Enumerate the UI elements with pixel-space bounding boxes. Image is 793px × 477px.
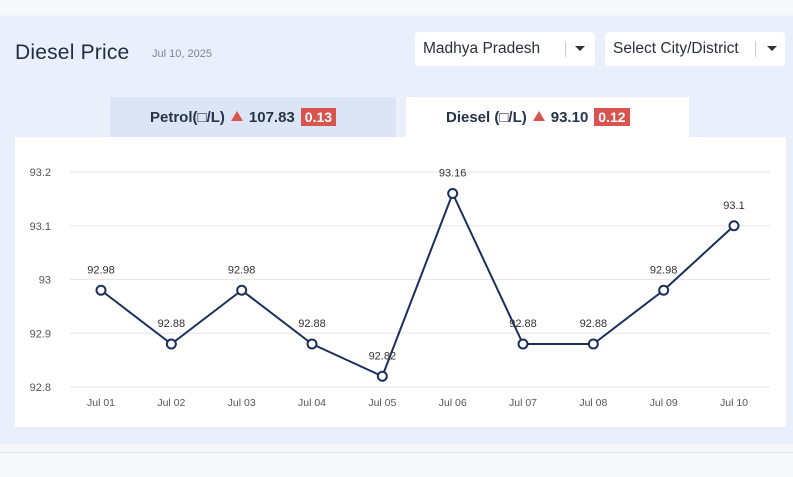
tab-diesel-change-badge: 0.12: [594, 108, 630, 126]
chart-panel: 92.98 92.88 92.98 92.88 92.82 93.16 92.88 92.88…: [15, 137, 786, 427]
data-point[interactable]: [306, 338, 318, 350]
tab-petrol-change-badge: 0.13: [300, 108, 337, 126]
x-tick-label: Jul 06: [439, 397, 467, 409]
triangle-up-icon: [230, 111, 243, 121]
data-label: 92.88: [509, 318, 537, 330]
data-label: 92.98: [87, 264, 115, 276]
series-line: [100, 192, 735, 378]
x-tick-label: Jul 08: [579, 397, 607, 409]
x-tick-label: Jul 05: [368, 397, 396, 409]
data-label: 93.16: [439, 168, 467, 180]
tab-diesel-label: Diesel (□/L): [446, 109, 527, 126]
chevron-down-icon: [575, 46, 585, 51]
x-tick-label: Jul 03: [228, 397, 256, 409]
tab-diesel[interactable]: Diesel (□/L) 93.10 0.12: [406, 97, 689, 137]
data-point[interactable]: [376, 370, 388, 382]
x-tick-label: Jul 01: [87, 397, 115, 409]
top-strip: [0, 0, 793, 14]
state-select-divider: [565, 41, 566, 57]
data-point[interactable]: [658, 284, 670, 296]
data-label: 92.98: [228, 264, 256, 276]
data-point[interactable]: [447, 188, 459, 199]
data-label: 92.88: [158, 318, 186, 330]
x-tick-label: Jul 07: [509, 397, 537, 409]
tab-petrol-label: Petrol(□/L): [150, 109, 225, 126]
x-tick-label: Jul 10: [720, 397, 748, 409]
data-label: 92.88: [580, 318, 608, 330]
data-point[interactable]: [165, 338, 177, 350]
state-select[interactable]: Madhya Pradesh: [415, 32, 595, 66]
bottom-strip: [0, 452, 793, 477]
data-point[interactable]: [587, 338, 599, 350]
data-label: 92.98: [650, 264, 678, 276]
tab-petrol-price: 107.83: [248, 109, 295, 126]
data-point[interactable]: [517, 338, 529, 350]
y-tick-label: 92.8: [30, 382, 51, 394]
x-tick-label: Jul 02: [157, 397, 185, 409]
data-label: 92.88: [298, 318, 326, 330]
y-tick-label: 93.1: [30, 221, 51, 233]
city-select-divider: [755, 41, 756, 57]
y-tick-label: 93: [39, 275, 51, 287]
city-select[interactable]: Select City/District: [605, 32, 785, 66]
page-title: Diesel Price: [15, 41, 130, 64]
y-tick-label: 92.9: [30, 328, 51, 340]
x-tick-label: Jul 04: [298, 397, 326, 409]
x-tick-label: Jul 09: [650, 397, 678, 409]
y-tick-label: 93.2: [30, 167, 51, 179]
data-label: 93.1: [723, 200, 744, 212]
data-point[interactable]: [728, 220, 740, 232]
tab-diesel-price: 93.10: [550, 109, 589, 126]
chevron-down-icon: [767, 46, 777, 51]
data-point[interactable]: [95, 284, 107, 296]
price-line-chart: 92.98 92.88 92.98 92.88 92.82 93.16 92.88 92.88…: [30, 167, 770, 409]
triangle-up-icon: [532, 111, 545, 121]
data-label: 92.82: [369, 350, 397, 362]
city-select-value: Select City/District: [613, 40, 739, 57]
state-select-value: Madhya Pradesh: [423, 40, 541, 57]
price-date: Jul 10, 2025: [152, 48, 212, 60]
data-point[interactable]: [236, 284, 248, 296]
tab-petrol[interactable]: Petrol(□/L) 107.83 0.13: [110, 97, 396, 137]
